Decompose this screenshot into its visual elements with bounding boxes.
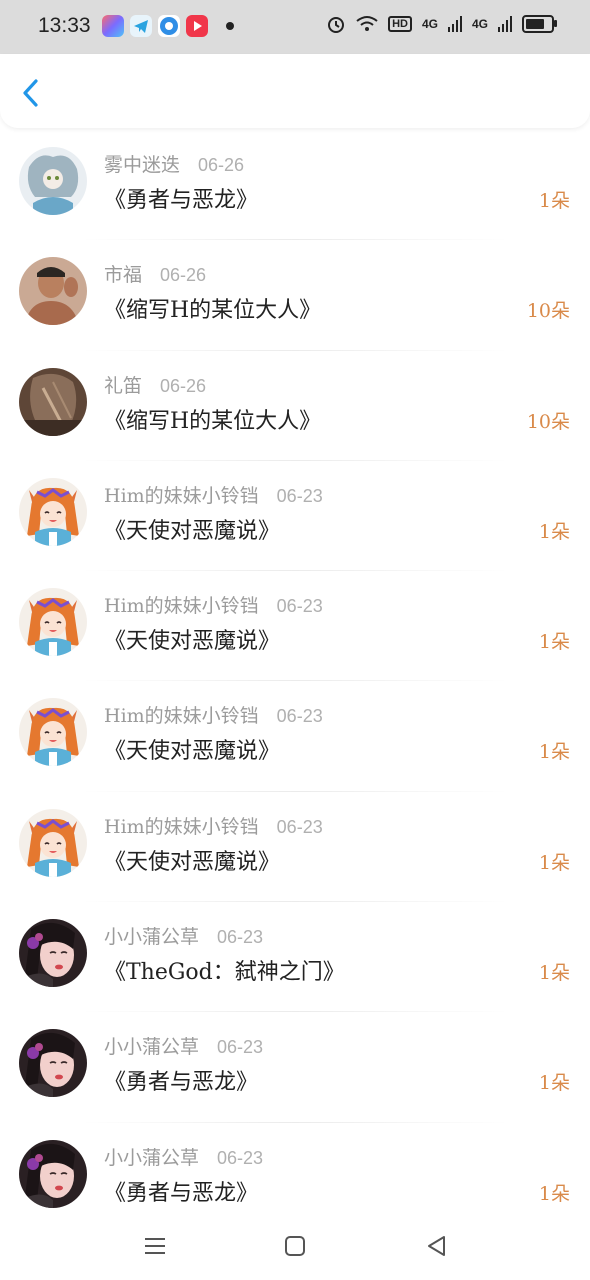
meta-line: Him的妹妹小铃铛 06-23 <box>104 701 323 728</box>
alarm-icon <box>328 17 345 33</box>
avatar[interactable] <box>19 698 87 767</box>
meta-line: Him的妹妹小铃铛 06-23 <box>104 812 323 839</box>
browser-icon <box>158 15 180 37</box>
user-name[interactable]: 市福 <box>104 264 142 286</box>
record-date: 06-26 <box>160 375 207 396</box>
wifi-icon <box>356 16 378 31</box>
flower-count: 10朵 <box>526 410 570 433</box>
avatar[interactable] <box>19 919 87 988</box>
book-title[interactable]: 《天使对恶魔说》 <box>104 513 280 545</box>
avatar[interactable] <box>19 147 87 215</box>
flower-count: 1朵 <box>538 520 570 543</box>
battery-icon <box>522 15 557 33</box>
flower-count: 1朵 <box>538 190 570 212</box>
user-name[interactable]: 小小蒲公草 <box>104 926 199 948</box>
user-name[interactable]: 小小蒲公草 <box>104 1036 199 1058</box>
signal-icon <box>498 16 512 32</box>
book-title[interactable]: 《缩写H的某位大人》 <box>104 292 321 324</box>
flower-count: 1朵 <box>538 1072 570 1095</box>
signal-1-label: 4G <box>421 17 438 31</box>
user-name[interactable]: Him的妹妹小铃铛 <box>104 816 259 838</box>
flower-count: 1朵 <box>538 1182 570 1205</box>
list-item[interactable]: Him的妹妹小铃铛 06-23 《天使对恶魔说》 1朵 <box>0 571 590 682</box>
flower-count: 10朵 <box>526 300 570 323</box>
meta-line: 礼笛 06-26 <box>104 371 206 398</box>
square-home-icon <box>285 1236 305 1256</box>
user-name[interactable]: 礼笛 <box>104 375 142 397</box>
avatar[interactable] <box>19 477 87 546</box>
status-bar: 13:33 HD 4G 4G <box>0 0 590 54</box>
status-time: 13:33 <box>38 14 91 37</box>
list-item[interactable]: 雾中迷迭 06-26 《勇者与恶龙》 1朵 <box>0 130 590 241</box>
gift-record-list: 雾中迷迭 06-26 《勇者与恶龙》 1朵 市福 06-26 《缩写H的某位大人》 … <box>0 130 590 1233</box>
hd-badge: HD <box>388 16 412 32</box>
notification-icons <box>102 15 208 37</box>
chevron-left-icon <box>23 79 38 107</box>
video-app-icon <box>186 15 208 37</box>
user-name[interactable]: Him的妹妹小铃铛 <box>104 595 259 617</box>
meta-line: Him的妹妹小铃铛 06-23 <box>104 591 323 618</box>
book-title[interactable]: 《缩写H的某位大人》 <box>104 403 321 435</box>
signal-2-label: 4G <box>471 17 488 31</box>
record-date: 06-23 <box>217 927 264 948</box>
avatar[interactable] <box>19 1029 87 1098</box>
menu-icon <box>145 1238 165 1254</box>
list-item[interactable]: 礼笛 06-26 《缩写H的某位大人》 10朵 <box>0 351 590 461</box>
record-date: 06-26 <box>198 155 245 175</box>
more-notifications-dot <box>226 22 234 30</box>
user-name[interactable]: Him的妹妹小铃铛 <box>104 705 259 727</box>
flower-count: 1朵 <box>538 962 570 985</box>
meta-line: 小小蒲公草 06-23 <box>104 1143 263 1170</box>
record-date: 06-23 <box>276 485 323 506</box>
flower-count: 1朵 <box>538 741 570 764</box>
meta-line: Him的妹妹小铃铛 06-23 <box>104 481 323 508</box>
menu-button[interactable] <box>142 1233 168 1259</box>
list-item[interactable]: Him的妹妹小铃铛 06-23 《天使对恶魔说》 1朵 <box>0 461 590 572</box>
flower-count: 1朵 <box>538 631 570 654</box>
record-date: 06-23 <box>276 706 323 727</box>
avatar[interactable] <box>19 367 87 436</box>
status-indicators: HD 4G 4G <box>326 14 557 34</box>
list-item[interactable]: 小小蒲公草 06-23 《勇者与恶龙》 1朵 <box>0 1012 590 1123</box>
avatar[interactable] <box>19 588 87 657</box>
record-date: 06-23 <box>217 1037 264 1058</box>
user-name[interactable]: Him的妹妹小铃铛 <box>104 485 259 507</box>
system-nav-bar <box>0 1216 590 1280</box>
list-item[interactable]: Him的妹妹小铃铛 06-23 《天使对恶魔说》 1朵 <box>0 681 590 792</box>
book-title[interactable]: 《勇者与恶龙》 <box>104 182 258 214</box>
record-date: 06-26 <box>160 265 207 286</box>
flower-count: 1朵 <box>538 851 570 874</box>
meta-line: 市福 06-26 <box>104 260 206 287</box>
avatar[interactable] <box>19 257 87 326</box>
meta-line: 雾中迷迭 06-26 <box>104 150 244 177</box>
book-title[interactable]: 《勇者与恶龙》 <box>104 1175 258 1207</box>
record-date: 06-23 <box>217 1147 264 1168</box>
list-item[interactable]: 市福 06-26 《缩写H的某位大人》 10朵 <box>0 240 590 351</box>
avatar[interactable] <box>19 808 87 877</box>
triangle-back-icon <box>428 1236 445 1256</box>
avatar[interactable] <box>19 1139 87 1208</box>
book-title[interactable]: 《TheGod：弑神之门》 <box>104 954 345 986</box>
back-nav-button[interactable] <box>424 1233 450 1259</box>
app-notification-icon <box>102 15 124 37</box>
book-title[interactable]: 《天使对恶魔说》 <box>104 733 280 765</box>
telegram-icon <box>130 15 152 37</box>
list-item[interactable]: 小小蒲公草 06-23 《TheGod：弑神之门》 1朵 <box>0 902 590 1013</box>
book-title[interactable]: 《天使对恶魔说》 <box>104 844 280 876</box>
meta-line: 小小蒲公草 06-23 <box>104 1032 263 1059</box>
top-app-bar <box>0 54 590 128</box>
record-date: 06-23 <box>276 596 323 617</box>
back-button[interactable] <box>16 76 46 110</box>
meta-line: 小小蒲公草 06-23 <box>104 922 263 949</box>
user-name[interactable]: 雾中迷迭 <box>104 154 180 176</box>
user-name[interactable]: 小小蒲公草 <box>104 1147 199 1169</box>
book-title[interactable]: 《天使对恶魔说》 <box>104 623 280 655</box>
record-date: 06-23 <box>276 816 323 837</box>
signal-icon <box>447 16 462 32</box>
home-button[interactable] <box>282 1233 308 1259</box>
book-title[interactable]: 《勇者与恶龙》 <box>104 1064 258 1096</box>
list-item[interactable]: Him的妹妹小铃铛 06-23 《天使对恶魔说》 1朵 <box>0 792 590 903</box>
